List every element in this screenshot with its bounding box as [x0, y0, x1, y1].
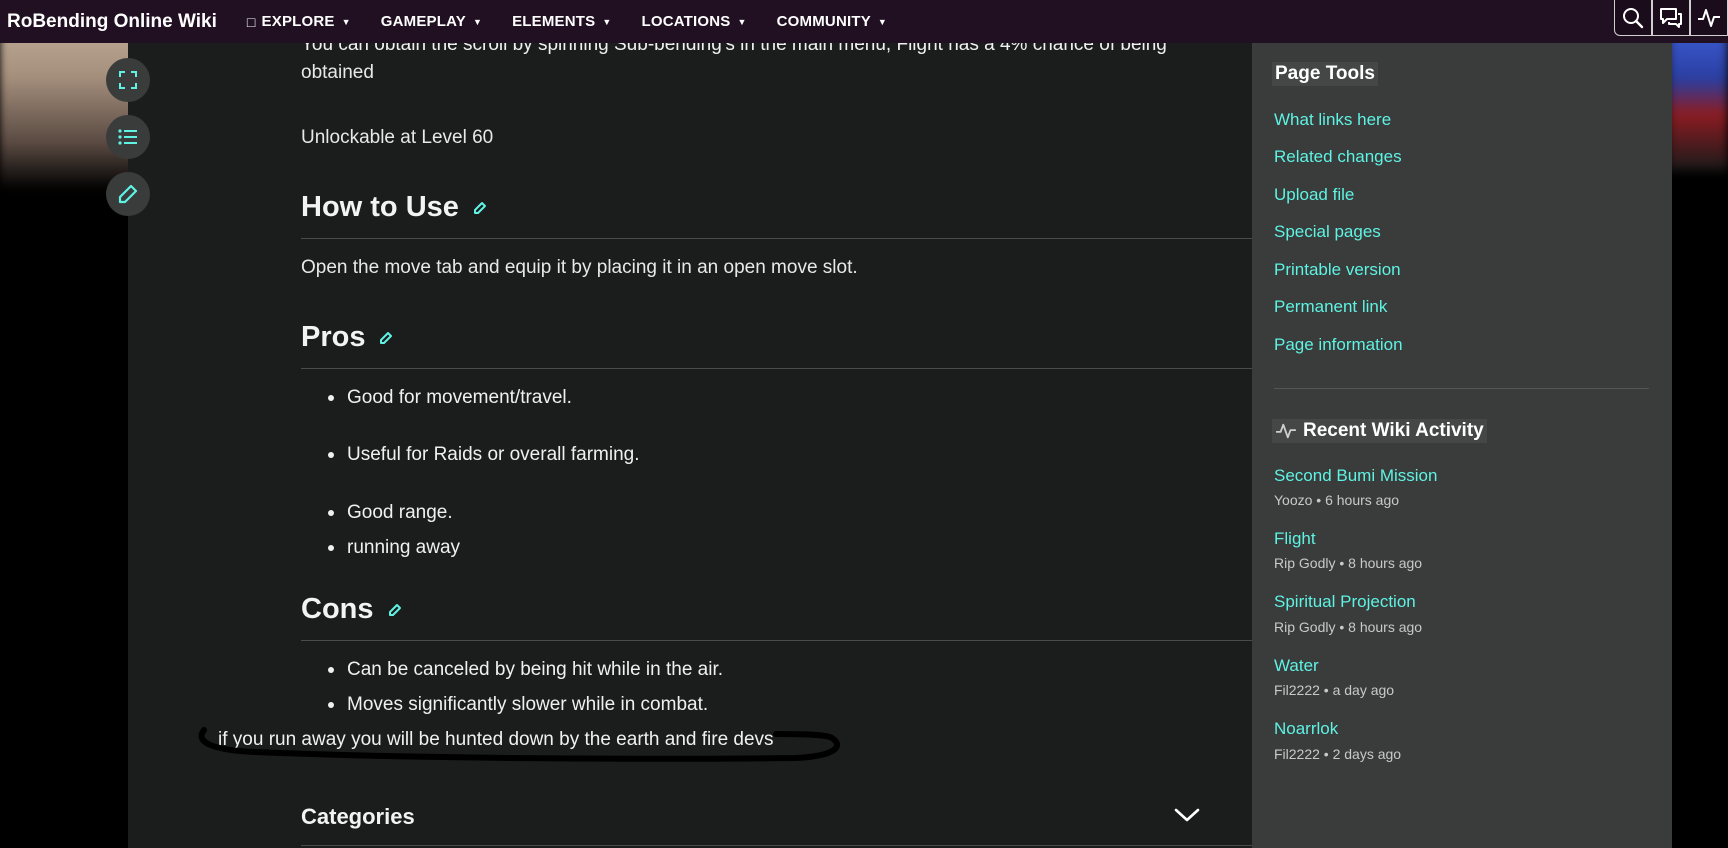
activity-entry-title[interactable]: Water	[1274, 656, 1319, 676]
how-to-use-text: Open the move tab and equip it by placin…	[301, 257, 858, 278]
activity-entry-meta: Rip Godly • 8 hours ago	[1274, 619, 1423, 635]
list-item: Useful for Raids or overall farming.	[328, 444, 640, 466]
list-item: Good range.	[328, 502, 453, 524]
nav-community-label: COMMUNITY	[776, 13, 871, 30]
search-icon	[1623, 7, 1644, 28]
pencil-icon	[380, 331, 393, 344]
section-divider	[301, 640, 1335, 641]
recent-activity-heading-text: Recent Wiki Activity	[1303, 420, 1484, 441]
table-of-contents-button[interactable]	[106, 115, 150, 159]
nav-icon-group	[1614, 0, 1728, 43]
list-item-text: Good for movement/travel.	[347, 387, 572, 408]
table-of-contents-icon	[118, 129, 137, 145]
activity-entry-title[interactable]: Second Bumi Mission	[1274, 466, 1437, 486]
categories-toggle[interactable]	[1174, 807, 1200, 828]
page-tools-link[interactable]: Special pages	[1274, 222, 1381, 242]
activity-icon	[1698, 8, 1720, 27]
nav-locations[interactable]: LOCATIONS ▼	[641, 13, 746, 30]
chevron-down-icon: ▼	[737, 16, 747, 27]
chevron-down-icon: ▼	[602, 16, 612, 27]
pencil-icon	[388, 603, 401, 616]
edit-icon	[118, 184, 138, 204]
list-item-text: Can be canceled by being hit while in th…	[347, 659, 724, 680]
discussions-button[interactable]	[1652, 0, 1690, 36]
activity-entry-title[interactable]: Noarrlok	[1274, 719, 1338, 739]
chevron-down-icon: ▼	[877, 16, 888, 27]
edit-section-button[interactable]	[387, 602, 403, 618]
article-obtained-line: obtained	[301, 62, 374, 83]
nav-elements-label: ELEMENTS	[512, 13, 596, 30]
section-divider	[301, 368, 1335, 369]
edit-page-button[interactable]	[106, 172, 150, 216]
list-item-text: Useful for Raids or overall farming.	[347, 444, 640, 465]
categories-heading[interactable]: Categories	[301, 804, 415, 830]
page-tools-link[interactable]: What links here	[1274, 110, 1391, 130]
heading-how-to-use: How to Use	[301, 191, 488, 224]
search-button[interactable]	[1614, 0, 1652, 36]
section-divider	[301, 238, 1335, 239]
heading-pros: Pros	[301, 321, 394, 354]
nav-explore-label: EXPLORE	[261, 13, 335, 30]
nav-explore[interactable]: □ EXPLORE ▼	[247, 13, 351, 30]
page-tools-link[interactable]: Upload file	[1274, 185, 1354, 205]
edit-section-button[interactable]	[472, 200, 488, 216]
right-sidebar: Page Tools What links here Related chang…	[1252, 43, 1672, 848]
pencil-icon	[473, 201, 486, 214]
heading-how-to-use-text: How to Use	[301, 191, 459, 223]
page-tools-link[interactable]: Printable version	[1274, 260, 1401, 280]
top-navigation: RoBending Online Wiki □ EXPLORE ▼ GAMEPL…	[0, 0, 1728, 43]
nav-elements[interactable]: ELEMENTS ▼	[512, 13, 611, 30]
background-art-right	[1668, 30, 1728, 170]
chevron-down-icon: ▼	[472, 16, 483, 27]
heading-cons-text: Cons	[301, 593, 374, 625]
list-item: Moves significantly slower while in comb…	[328, 694, 708, 716]
nav-community[interactable]: COMMUNITY ▼	[777, 13, 887, 30]
activity-entry-title[interactable]: Spiritual Projection	[1274, 592, 1416, 612]
handwritten-scribble	[198, 727, 840, 762]
list-item-text: Moves significantly slower while in comb…	[347, 694, 709, 715]
heading-cons: Cons	[301, 593, 403, 626]
list-item-text: running away	[347, 537, 461, 558]
sidebar-divider	[1274, 388, 1649, 389]
article-unlock-line: Unlockable at Level 60	[301, 127, 494, 148]
activity-entry-meta: Fil2222 • a day ago	[1274, 682, 1395, 698]
discussions-icon	[1660, 7, 1682, 28]
nav-gameplay[interactable]: GAMEPLAY ▼	[381, 13, 482, 30]
edit-section-button[interactable]	[378, 330, 394, 346]
page-tools-link[interactable]: Page information	[1274, 335, 1403, 355]
nav-gameplay-label: GAMEPLAY	[380, 13, 466, 30]
nav-locations-label: LOCATIONS	[641, 13, 731, 30]
page-tools-link[interactable]: Permanent link	[1274, 297, 1387, 317]
expand-icon	[119, 71, 137, 89]
explore-icon: □	[246, 13, 256, 30]
page-tools-heading: Page Tools	[1272, 62, 1378, 86]
list-item: Can be canceled by being hit while in th…	[328, 659, 723, 681]
activity-entry-meta: Fil2222 • 2 days ago	[1274, 746, 1402, 762]
list-item-text: Good range.	[347, 502, 453, 523]
chevron-down-icon: ▼	[341, 16, 351, 27]
section-divider	[301, 845, 1335, 846]
activity-button[interactable]	[1690, 0, 1728, 36]
activity-entry-meta: Yoozo • 6 hours ago	[1274, 492, 1400, 508]
chevron-down-icon	[1174, 808, 1200, 822]
heading-pros-text: Pros	[301, 321, 366, 353]
page-tools-link[interactable]: Related changes	[1274, 147, 1402, 167]
list-item: Good for movement/travel.	[328, 387, 572, 409]
expand-button[interactable]	[106, 58, 150, 102]
activity-entry-meta: Rip Godly • 8 hours ago	[1274, 555, 1423, 571]
recent-activity-heading: Recent Wiki Activity	[1272, 419, 1487, 443]
list-item: running away	[328, 537, 460, 559]
site-title[interactable]: RoBending Online Wiki	[7, 11, 217, 33]
activity-icon	[1276, 423, 1296, 439]
activity-entry-title[interactable]: Flight	[1274, 529, 1316, 549]
